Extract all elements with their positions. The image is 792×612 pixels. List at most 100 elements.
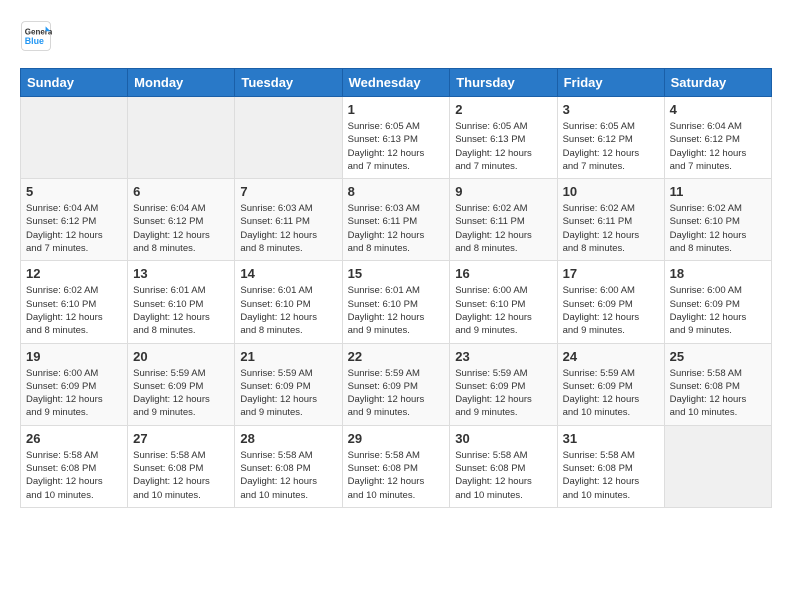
day-number: 25 — [670, 349, 766, 364]
day-number: 24 — [563, 349, 659, 364]
day-info: Sunrise: 6:00 AM Sunset: 6:09 PM Dayligh… — [26, 367, 122, 420]
day-number: 22 — [348, 349, 445, 364]
day-number: 14 — [240, 266, 336, 281]
day-info: Sunrise: 5:58 AM Sunset: 6:08 PM Dayligh… — [26, 449, 122, 502]
calendar-week-row: 1 Sunrise: 6:05 AM Sunset: 6:13 PM Daylig… — [21, 97, 772, 179]
calendar-cell: 13 Sunrise: 6:01 AM Sunset: 6:10 PM Dayli… — [128, 261, 235, 343]
calendar-cell: 20 Sunrise: 5:59 AM Sunset: 6:09 PM Dayli… — [128, 343, 235, 425]
day-info: Sunrise: 6:01 AM Sunset: 6:10 PM Dayligh… — [133, 284, 229, 337]
day-number: 10 — [563, 184, 659, 199]
day-info: Sunrise: 6:00 AM Sunset: 6:10 PM Dayligh… — [455, 284, 551, 337]
calendar-cell: 30 Sunrise: 5:58 AM Sunset: 6:08 PM Dayli… — [450, 425, 557, 507]
calendar-cell — [128, 97, 235, 179]
day-info: Sunrise: 6:05 AM Sunset: 6:12 PM Dayligh… — [563, 120, 659, 173]
day-number: 11 — [670, 184, 766, 199]
weekday-header-friday: Friday — [557, 69, 664, 97]
day-info: Sunrise: 5:58 AM Sunset: 6:08 PM Dayligh… — [133, 449, 229, 502]
weekday-header-saturday: Saturday — [664, 69, 771, 97]
calendar-cell: 25Sunrise: 5:58 AM Sunset: 6:08 PM Dayli… — [664, 343, 771, 425]
calendar-cell: 3Sunrise: 6:05 AM Sunset: 6:12 PM Daylig… — [557, 97, 664, 179]
day-info: Sunrise: 6:02 AM Sunset: 6:11 PM Dayligh… — [563, 202, 659, 255]
calendar-cell: 10 Sunrise: 6:02 AM Sunset: 6:11 PM Dayli… — [557, 179, 664, 261]
day-number: 27 — [133, 431, 229, 446]
day-number: 17 — [563, 266, 659, 281]
day-number: 8 — [348, 184, 445, 199]
weekday-header-tuesday: Tuesday — [235, 69, 342, 97]
calendar-cell: 19 Sunrise: 6:00 AM Sunset: 6:09 PM Dayli… — [21, 343, 128, 425]
calendar-week-row: 26 Sunrise: 5:58 AM Sunset: 6:08 PM Dayli… — [21, 425, 772, 507]
logo: General Blue — [20, 20, 56, 52]
calendar-cell: 6Sunrise: 6:04 AM Sunset: 6:12 PM Daylig… — [128, 179, 235, 261]
day-number: 19 — [26, 349, 122, 364]
day-info: Sunrise: 6:04 AM Sunset: 6:12 PM Dayligh… — [133, 202, 229, 255]
day-number: 20 — [133, 349, 229, 364]
day-info: Sunrise: 6:05 AM Sunset: 6:13 PM Dayligh… — [348, 120, 445, 173]
day-info: Sunrise: 5:59 AM Sunset: 6:09 PM Dayligh… — [348, 367, 445, 420]
day-info: Sunrise: 6:01 AM Sunset: 6:10 PM Dayligh… — [240, 284, 336, 337]
day-info: Sunrise: 6:00 AM Sunset: 6:09 PM Dayligh… — [563, 284, 659, 337]
day-info: Sunrise: 5:59 AM Sunset: 6:09 PM Dayligh… — [240, 367, 336, 420]
day-info: Sunrise: 5:59 AM Sunset: 6:09 PM Dayligh… — [455, 367, 551, 420]
day-info: Sunrise: 6:05 AM Sunset: 6:13 PM Dayligh… — [455, 120, 551, 173]
calendar-cell: 9Sunrise: 6:02 AM Sunset: 6:11 PM Daylig… — [450, 179, 557, 261]
day-info: Sunrise: 6:03 AM Sunset: 6:11 PM Dayligh… — [240, 202, 336, 255]
calendar-cell: 5 Sunrise: 6:04 AM Sunset: 6:12 PM Daylig… — [21, 179, 128, 261]
day-number: 12 — [26, 266, 122, 281]
day-info: Sunrise: 6:01 AM Sunset: 6:10 PM Dayligh… — [348, 284, 445, 337]
calendar-cell: 8 Sunrise: 6:03 AM Sunset: 6:11 PM Daylig… — [342, 179, 450, 261]
calendar-cell: 31 Sunrise: 5:58 AM Sunset: 6:08 PM Dayli… — [557, 425, 664, 507]
day-number: 4 — [670, 102, 766, 117]
day-info: Sunrise: 5:58 AM Sunset: 6:08 PM Dayligh… — [563, 449, 659, 502]
day-number: 1 — [348, 102, 445, 117]
day-number: 18 — [670, 266, 766, 281]
day-info: Sunrise: 6:04 AM Sunset: 6:12 PM Dayligh… — [670, 120, 766, 173]
day-number: 31 — [563, 431, 659, 446]
calendar-cell: 12 Sunrise: 6:02 AM Sunset: 6:10 PM Dayli… — [21, 261, 128, 343]
calendar-cell: 29Sunrise: 5:58 AM Sunset: 6:08 PM Dayli… — [342, 425, 450, 507]
day-info: Sunrise: 5:59 AM Sunset: 6:09 PM Dayligh… — [133, 367, 229, 420]
calendar-cell — [21, 97, 128, 179]
day-info: Sunrise: 6:00 AM Sunset: 6:09 PM Dayligh… — [670, 284, 766, 337]
calendar-cell: 16 Sunrise: 6:00 AM Sunset: 6:10 PM Dayli… — [450, 261, 557, 343]
day-info: Sunrise: 6:04 AM Sunset: 6:12 PM Dayligh… — [26, 202, 122, 255]
calendar-cell: 28 Sunrise: 5:58 AM Sunset: 6:08 PM Dayli… — [235, 425, 342, 507]
day-info: Sunrise: 6:03 AM Sunset: 6:11 PM Dayligh… — [348, 202, 445, 255]
day-number: 16 — [455, 266, 551, 281]
day-info: Sunrise: 6:02 AM Sunset: 6:10 PM Dayligh… — [670, 202, 766, 255]
day-info: Sunrise: 5:58 AM Sunset: 6:08 PM Dayligh… — [455, 449, 551, 502]
calendar-cell: 1 Sunrise: 6:05 AM Sunset: 6:13 PM Daylig… — [342, 97, 450, 179]
day-number: 2 — [455, 102, 551, 117]
day-info: Sunrise: 6:02 AM Sunset: 6:10 PM Dayligh… — [26, 284, 122, 337]
calendar-cell: 22 Sunrise: 5:59 AM Sunset: 6:09 PM Dayli… — [342, 343, 450, 425]
day-number: 5 — [26, 184, 122, 199]
svg-text:Blue: Blue — [25, 36, 44, 46]
day-number: 30 — [455, 431, 551, 446]
calendar-cell: 4 Sunrise: 6:04 AM Sunset: 6:12 PM Daylig… — [664, 97, 771, 179]
calendar-cell: 2 Sunrise: 6:05 AM Sunset: 6:13 PM Daylig… — [450, 97, 557, 179]
calendar-cell: 7Sunrise: 6:03 AM Sunset: 6:11 PM Daylig… — [235, 179, 342, 261]
day-info: Sunrise: 5:59 AM Sunset: 6:09 PM Dayligh… — [563, 367, 659, 420]
logo-icon: General Blue — [20, 20, 52, 52]
calendar-cell: 24 Sunrise: 5:59 AM Sunset: 6:09 PM Dayli… — [557, 343, 664, 425]
day-number: 23 — [455, 349, 551, 364]
calendar-cell: 26 Sunrise: 5:58 AM Sunset: 6:08 PM Dayli… — [21, 425, 128, 507]
calendar-week-row: 12 Sunrise: 6:02 AM Sunset: 6:10 PM Dayli… — [21, 261, 772, 343]
day-number: 21 — [240, 349, 336, 364]
day-number: 26 — [26, 431, 122, 446]
calendar-table: SundayMondayTuesdayWednesdayThursdayFrid… — [20, 68, 772, 508]
calendar-cell: 23 Sunrise: 5:59 AM Sunset: 6:09 PM Dayli… — [450, 343, 557, 425]
calendar-cell: 15 Sunrise: 6:01 AM Sunset: 6:10 PM Dayli… — [342, 261, 450, 343]
calendar-cell: 18 Sunrise: 6:00 AM Sunset: 6:09 PM Dayli… — [664, 261, 771, 343]
calendar-cell: 17 Sunrise: 6:00 AM Sunset: 6:09 PM Dayli… — [557, 261, 664, 343]
day-info: Sunrise: 5:58 AM Sunset: 6:08 PM Dayligh… — [240, 449, 336, 502]
calendar-header-row: SundayMondayTuesdayWednesdayThursdayFrid… — [21, 69, 772, 97]
calendar-cell: 21 Sunrise: 5:59 AM Sunset: 6:09 PM Dayli… — [235, 343, 342, 425]
day-number: 28 — [240, 431, 336, 446]
day-number: 13 — [133, 266, 229, 281]
day-number: 15 — [348, 266, 445, 281]
calendar-week-row: 5 Sunrise: 6:04 AM Sunset: 6:12 PM Daylig… — [21, 179, 772, 261]
day-number: 9 — [455, 184, 551, 199]
weekday-header-sunday: Sunday — [21, 69, 128, 97]
weekday-header-thursday: Thursday — [450, 69, 557, 97]
calendar-cell: 27 Sunrise: 5:58 AM Sunset: 6:08 PM Dayli… — [128, 425, 235, 507]
